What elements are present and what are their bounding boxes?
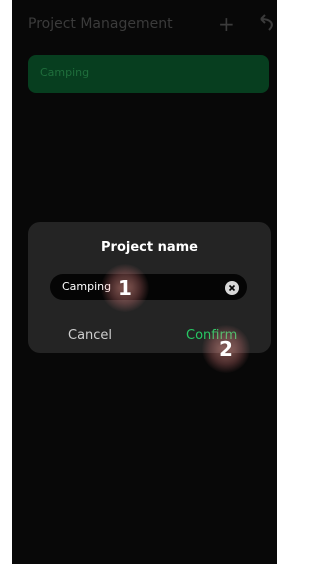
clear-circle-icon[interactable]	[225, 280, 239, 295]
step-number: 2	[219, 337, 233, 361]
app-screen: Project Management + Camping Project nam…	[12, 0, 277, 564]
dialog-title: Project name	[101, 240, 198, 255]
header: Project Management +	[12, 0, 277, 52]
plus-icon[interactable]: +	[218, 12, 235, 36]
project-card-label: Camping	[40, 66, 90, 79]
cancel-button[interactable]: Cancel	[68, 328, 112, 343]
undo-icon[interactable]	[257, 12, 277, 41]
step-number: 1	[118, 276, 132, 300]
page-title: Project Management	[28, 16, 173, 32]
step-marker-1: 1	[101, 264, 149, 312]
step-marker-2: 2	[202, 325, 250, 373]
project-card[interactable]: Camping	[28, 55, 269, 93]
